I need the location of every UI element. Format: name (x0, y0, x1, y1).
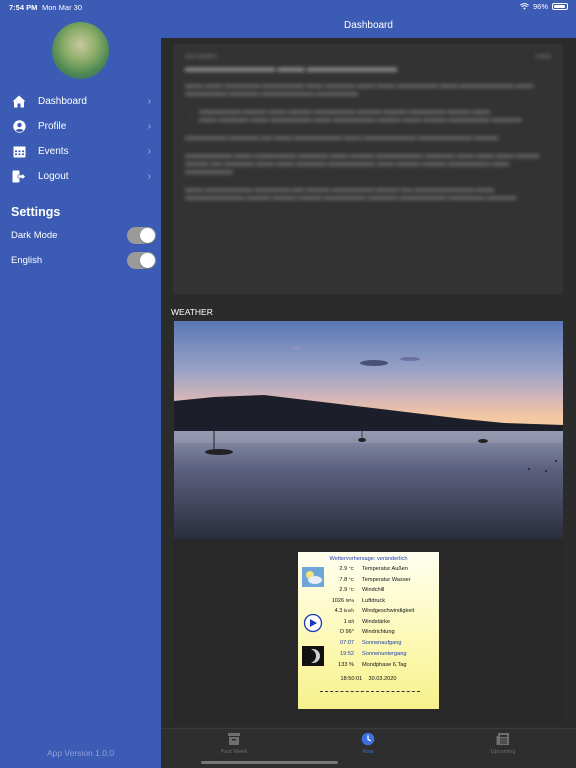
weather-label: Mondphase 6.Tag (362, 662, 407, 668)
weather-row: O 96° Windrichtung (298, 629, 439, 639)
user-circle-icon (12, 120, 26, 134)
calendar-icon (12, 145, 26, 159)
sidebar-item-label: Logout (38, 171, 69, 182)
weather-timestamp: 18:50:01 30.03.2020 (340, 676, 397, 682)
tab-label: Past Week (220, 749, 248, 755)
weather-value: 19:52 (340, 651, 354, 657)
tab-now[interactable]: Now (328, 732, 408, 755)
chevron-right-icon: › (147, 121, 151, 132)
weather-row: 1 Bft Windstärke (298, 619, 439, 629)
weather-forecast-panel: Wettervorhersage: veränderlich 2.9 °C Te… (298, 552, 439, 709)
sidebar-item-dashboard[interactable]: Dashboard › (0, 89, 161, 114)
battery-percent: 96% (532, 2, 548, 11)
chevron-right-icon: › (147, 96, 151, 107)
sidebar-menu: Dashboard › Profile › Events › Logout › (0, 89, 161, 189)
archive-icon (228, 733, 240, 745)
main-content: Dashboard ▬▬ ▬▬▬▬ ▬▬▬ ▬▬▬▬▬▬▬▬▬▬ ▬▬▬ ▬▬▬▬… (161, 0, 576, 768)
weather-row: 1026 hPa Luftdruck (298, 598, 439, 608)
setting-english: English (11, 250, 156, 270)
wifi-icon (520, 3, 529, 10)
weather-value: 1 Bft (343, 618, 354, 625)
status-bar: 7:54 PM Mon Mar 30 96% (0, 0, 576, 14)
sidebar-item-logout[interactable]: Logout › (0, 164, 161, 189)
weather-value: 4.3 km/h (334, 608, 354, 614)
weather-label: Temperatur Außen (362, 566, 409, 572)
divider (320, 691, 420, 692)
page-title: Dashboard (344, 20, 393, 31)
blurred-content: ▬▬ ▬▬▬▬ ▬▬▬ ▬▬▬▬▬▬▬▬▬▬ ▬▬▬ ▬▬▬▬▬▬▬▬▬▬ ▬▬▬… (173, 44, 563, 220)
weather-row: 2.9 °C Temperatur Außen (298, 566, 439, 576)
weather-row: 07:07 Sonnenaufgang (298, 640, 439, 650)
sidebar-item-label: Dashboard (38, 96, 87, 107)
avatar[interactable] (52, 22, 109, 79)
news-card-blurred[interactable]: ▬▬ ▬▬▬▬ ▬▬▬ ▬▬▬▬▬▬▬▬▬▬ ▬▬▬ ▬▬▬▬▬▬▬▬▬▬ ▬▬▬… (173, 44, 563, 294)
toggle-knob (140, 227, 155, 243)
weather-row: 19:52 Sonnenuntergang (298, 651, 439, 661)
status-date: Mon Mar 30 (42, 3, 83, 12)
battery-icon (552, 3, 568, 10)
chevron-right-icon: › (147, 171, 151, 182)
forecast-title: Wettervorhersage: veränderlich (329, 556, 408, 562)
sidebar: Dashboard › Profile › Events › Logout › … (0, 0, 161, 768)
weather-label: Luftdruck (362, 597, 386, 604)
english-toggle[interactable] (127, 251, 156, 269)
sidebar-item-events[interactable]: Events › (0, 139, 161, 164)
weather-row: 7.8 °C Temperatur Wasser (298, 577, 439, 587)
setting-label: English (11, 254, 43, 266)
app-version: App Version 1.0.0 (46, 748, 115, 758)
weather-value: 7.8 °C (339, 576, 354, 583)
clock-icon (361, 732, 375, 746)
weather-value: 07:07 (340, 640, 354, 646)
weather-label: Sonnenuntergang (362, 651, 407, 657)
weather-card[interactable]: Wettervorhersage: veränderlich 2.9 °C Te… (174, 321, 563, 723)
status-right: 96% (520, 2, 568, 11)
weather-label: Windchill (362, 587, 385, 593)
weather-label: Windrichtung (362, 629, 395, 635)
weather-row: 2.9 °C Windchill (298, 587, 439, 597)
weather-value: O 96° (339, 629, 354, 635)
toggle-knob (140, 252, 155, 268)
weather-row: 4.3 km/h Windgeschwindigkeit (298, 608, 439, 618)
tab-label: Now (362, 749, 374, 755)
settings-title: Settings (11, 205, 61, 219)
sidebar-item-profile[interactable]: Profile › (0, 114, 161, 139)
status-time: 7:54 PM (9, 3, 38, 12)
tab-past-week[interactable]: Past Week (194, 732, 274, 755)
lake-sunset-photo (174, 321, 563, 539)
weather-label: Sonnenaufgang (362, 640, 402, 646)
setting-label: Dark Mode (11, 229, 58, 241)
tab-label: Upcoming (490, 749, 516, 755)
weather-label: Windgeschwindigkeit (362, 608, 415, 614)
setting-dark-mode: Dark Mode (11, 225, 156, 245)
weather-value: 133 % (338, 662, 354, 668)
weather-section-label: WEATHER (171, 307, 213, 317)
dark-mode-toggle[interactable] (127, 226, 156, 244)
weather-value: 2.9 °C (339, 587, 354, 593)
tab-upcoming[interactable]: Upcoming (463, 732, 543, 755)
sidebar-item-label: Profile (38, 121, 67, 132)
weather-value: 2.9 °C (339, 566, 354, 572)
chevron-right-icon: › (147, 146, 151, 157)
weather-value: 1026 hPa (331, 597, 354, 604)
home-icon (12, 95, 26, 109)
weather-row: 133 % Mondphase 6.Tag (298, 662, 439, 672)
sidebar-item-label: Events (38, 146, 69, 157)
home-indicator[interactable] (201, 761, 338, 764)
weather-label: Temperatur Wasser (362, 576, 411, 583)
newspaper-icon (496, 733, 509, 745)
logout-icon (12, 170, 26, 184)
weather-label: Windstärke (362, 618, 390, 625)
